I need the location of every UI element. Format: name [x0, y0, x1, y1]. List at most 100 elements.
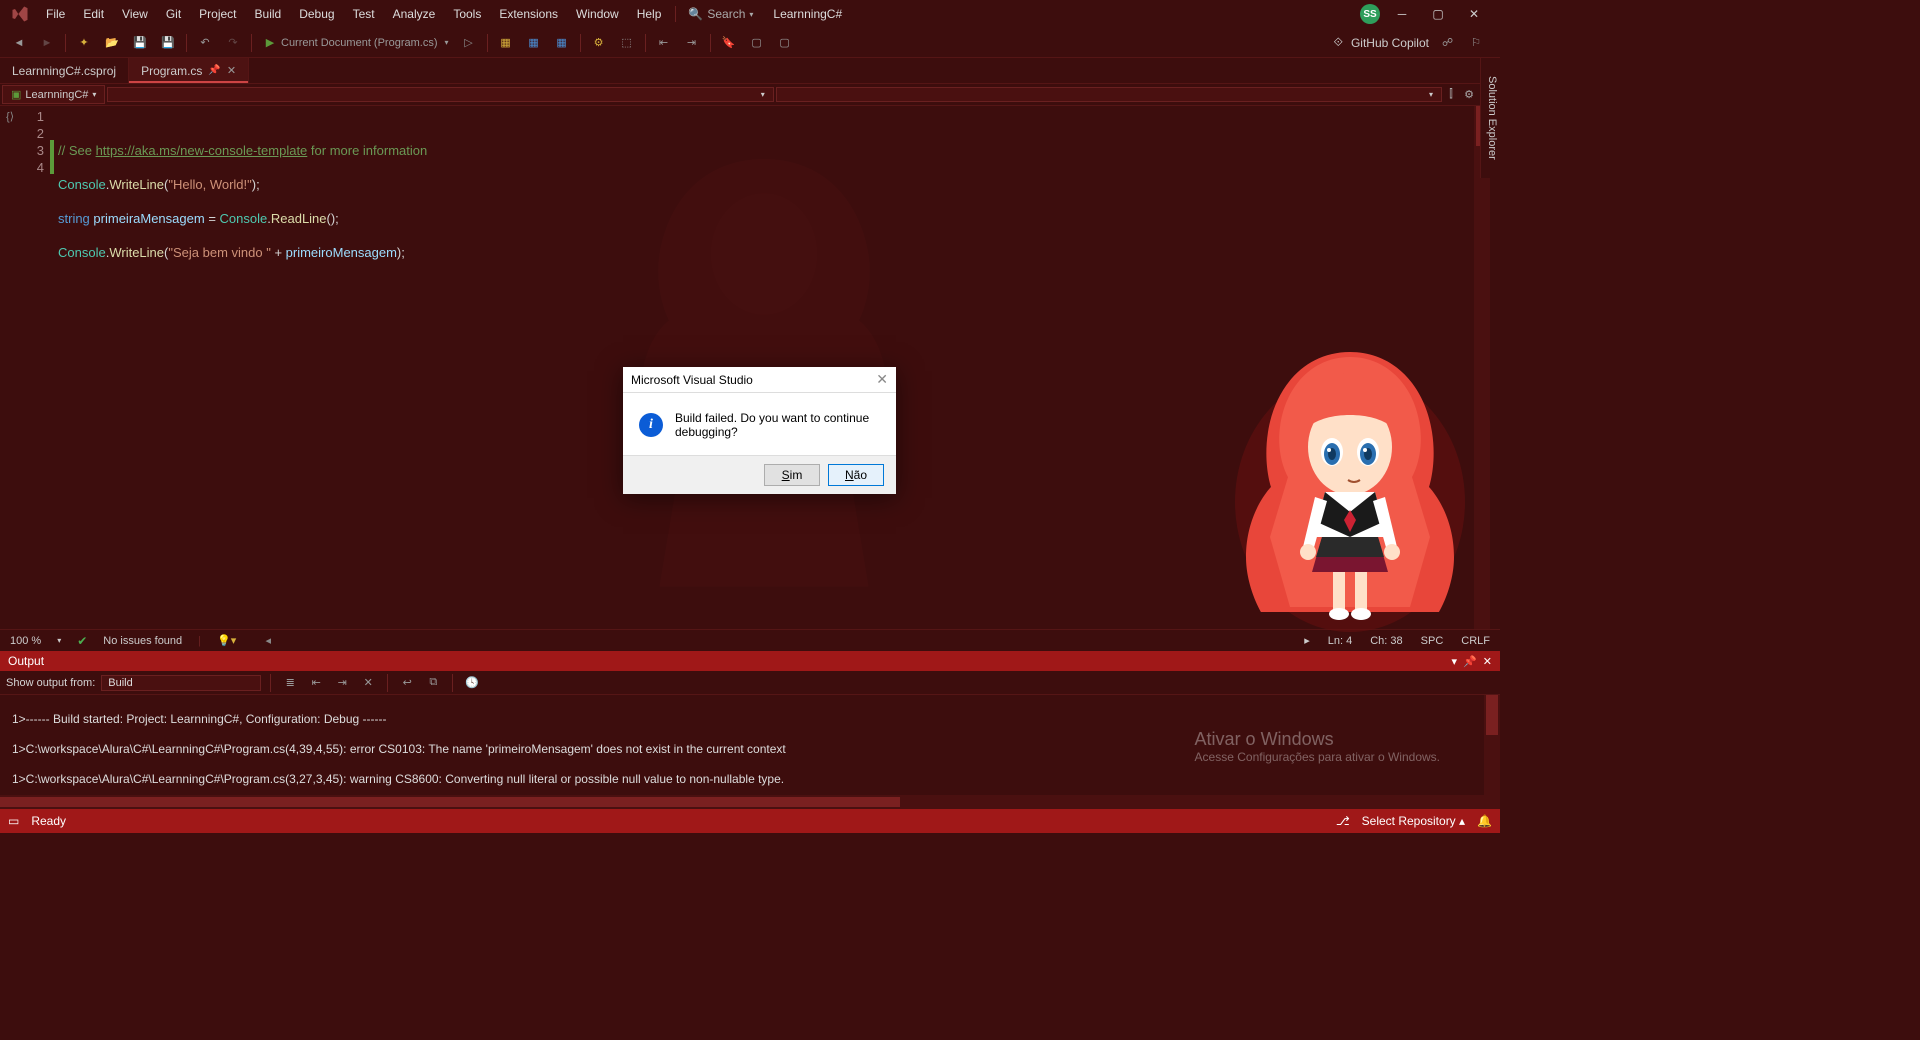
notifications-icon[interactable]: 🔔 [1477, 814, 1492, 828]
pin-icon[interactable]: 📌 [208, 65, 220, 76]
close-icon[interactable]: ✕ [1483, 655, 1492, 668]
outline-icon[interactable]: {⟩ [6, 110, 14, 123]
start-no-debug-button[interactable]: ▷ [456, 32, 482, 54]
scope-selector[interactable]: ▣ LearnningC# ▾ [2, 85, 105, 104]
separator [710, 34, 711, 52]
tb-icon-8[interactable]: 🔖 [716, 32, 742, 54]
tb-icon-10[interactable]: ▢ [772, 32, 798, 54]
chevron-down-icon: ▾ [445, 38, 449, 47]
tb-icon-9[interactable]: ▢ [744, 32, 770, 54]
scroll-left-icon[interactable]: ◂ [262, 635, 274, 647]
scrollbar-thumb[interactable] [1486, 695, 1498, 735]
chevron-down-icon: ▾ [92, 90, 96, 99]
tb-icon-3[interactable]: ▦ [549, 32, 575, 54]
tool-icon: ⬚ [619, 35, 635, 51]
window-minimize-button[interactable]: ─ [1388, 3, 1416, 25]
lightbulb-icon[interactable]: 💡▾ [217, 634, 236, 647]
output-clear-button[interactable]: ✕ [358, 673, 378, 693]
output-btn-5[interactable]: ⧉ [423, 673, 443, 693]
output-panel-title[interactable]: Output ▾ 📌 ✕ [0, 651, 1500, 671]
window-close-button[interactable]: ✕ [1460, 3, 1488, 25]
dialog-no-button[interactable]: Não [828, 464, 884, 486]
search-box[interactable]: 🔍 Search ▾ [682, 5, 759, 23]
start-target-label: Current Document (Program.cs) [281, 37, 438, 49]
member-selector[interactable]: ▾ [776, 87, 1442, 102]
settings-button[interactable]: ⚙ [1462, 88, 1476, 102]
output-wrap-button[interactable]: ↩ [397, 673, 417, 693]
open-file-button[interactable]: 📂 [99, 32, 125, 54]
output-btn-1[interactable]: ≣ [280, 673, 300, 693]
scroll-right-icon[interactable]: ▸ [1304, 634, 1310, 647]
tb-icon-7[interactable]: ⇥ [679, 32, 705, 54]
menu-help[interactable]: Help [629, 3, 670, 25]
indent-icon: ⇤ [656, 35, 672, 51]
tb-icon-4[interactable]: ⚙ [586, 32, 612, 54]
tb-icon-6[interactable]: ⇤ [651, 32, 677, 54]
notifications-button[interactable]: ⚐ [1466, 33, 1486, 52]
status-ready: Ready [31, 814, 66, 828]
menu-test[interactable]: Test [345, 3, 383, 25]
output-text[interactable]: 1>------ Build started: Project: Learnni… [0, 695, 1500, 795]
output-btn-3[interactable]: ⇥ [332, 673, 352, 693]
new-project-button[interactable]: ✦ [71, 32, 97, 54]
menu-view[interactable]: View [114, 3, 156, 25]
user-avatar[interactable]: SS [1360, 4, 1380, 24]
save-icon: 💾 [132, 35, 148, 51]
undo-button[interactable]: ↶ [192, 32, 218, 54]
dropdown-icon[interactable]: ▾ [1452, 655, 1458, 668]
zoom-level[interactable]: 100 % [10, 635, 41, 647]
output-icon[interactable]: ▭ [8, 814, 19, 828]
menu-project[interactable]: Project [191, 3, 244, 25]
close-icon[interactable]: ✕ [227, 64, 236, 77]
issues-label[interactable]: No issues found [103, 635, 182, 647]
menu-extensions[interactable]: Extensions [491, 3, 566, 25]
share-button[interactable]: ☍ [1437, 33, 1458, 52]
menu-window[interactable]: Window [568, 3, 627, 25]
window-maximize-button[interactable]: ▢ [1424, 3, 1452, 25]
output-vertical-scrollbar[interactable] [1484, 695, 1500, 795]
start-debug-button[interactable]: ▶Current Document (Program.cs)▾ [257, 32, 454, 54]
overview-ruler[interactable] [1490, 106, 1500, 629]
eol-mode[interactable]: CRLF [1461, 635, 1490, 647]
close-icon[interactable]: ✕ [876, 371, 888, 388]
output-source-select[interactable]: Build [101, 675, 261, 691]
separator: | [198, 635, 201, 647]
menu-file[interactable]: File [38, 3, 73, 25]
horizontal-scrollbar[interactable]: ◂ [262, 635, 1278, 647]
output-timestamp-button[interactable]: 🕓 [462, 673, 482, 693]
menu-analyze[interactable]: Analyze [385, 3, 444, 25]
repo-selector[interactable]: Select Repository ▴ [1362, 814, 1465, 828]
undo-icon: ↶ [197, 35, 213, 51]
source-control-icon[interactable]: ⎇ [1336, 814, 1350, 828]
type-selector[interactable]: ▾ [107, 87, 773, 102]
tab-program-cs[interactable]: Program.cs 📌 ✕ [129, 58, 249, 83]
menu-tools[interactable]: Tools [445, 3, 489, 25]
pin-icon[interactable]: 📌 [1463, 655, 1477, 668]
scrollbar-thumb[interactable] [0, 797, 900, 807]
tb-icon-5[interactable]: ⬚ [614, 32, 640, 54]
tb-icon-2[interactable]: ▦ [521, 32, 547, 54]
split-button[interactable]: ⫿ [1444, 88, 1458, 102]
menu-debug[interactable]: Debug [291, 3, 342, 25]
redo-button[interactable]: ↷ [220, 32, 246, 54]
indent-mode[interactable]: SPC [1421, 635, 1444, 647]
nav-forward-button[interactable]: ► [34, 32, 60, 54]
dialog-titlebar[interactable]: Microsoft Visual Studio ✕ [623, 367, 896, 393]
dialog-yes-button[interactable]: Sim [764, 464, 820, 486]
separator [580, 34, 581, 52]
copilot-label[interactable]: GitHub Copilot [1351, 36, 1429, 50]
tb-icon-1[interactable]: ▦ [493, 32, 519, 54]
save-all-button[interactable]: 💾 [155, 32, 181, 54]
output-horizontal-scrollbar[interactable] [0, 795, 1500, 809]
nav-back-button[interactable]: ◄ [6, 32, 32, 54]
menu-build[interactable]: Build [247, 3, 290, 25]
search-label: Search [707, 7, 745, 21]
output-btn-2[interactable]: ⇤ [306, 673, 326, 693]
menu-edit[interactable]: Edit [75, 3, 112, 25]
menu-git[interactable]: Git [158, 3, 189, 25]
vertical-scrollbar[interactable] [1474, 106, 1490, 629]
chevron-down-icon[interactable]: ▾ [57, 636, 61, 645]
solution-explorer-tab[interactable]: Solution Explorer [1480, 58, 1500, 178]
save-button[interactable]: 💾 [127, 32, 153, 54]
tab-csproj[interactable]: LearnningC#.csproj [0, 58, 129, 83]
